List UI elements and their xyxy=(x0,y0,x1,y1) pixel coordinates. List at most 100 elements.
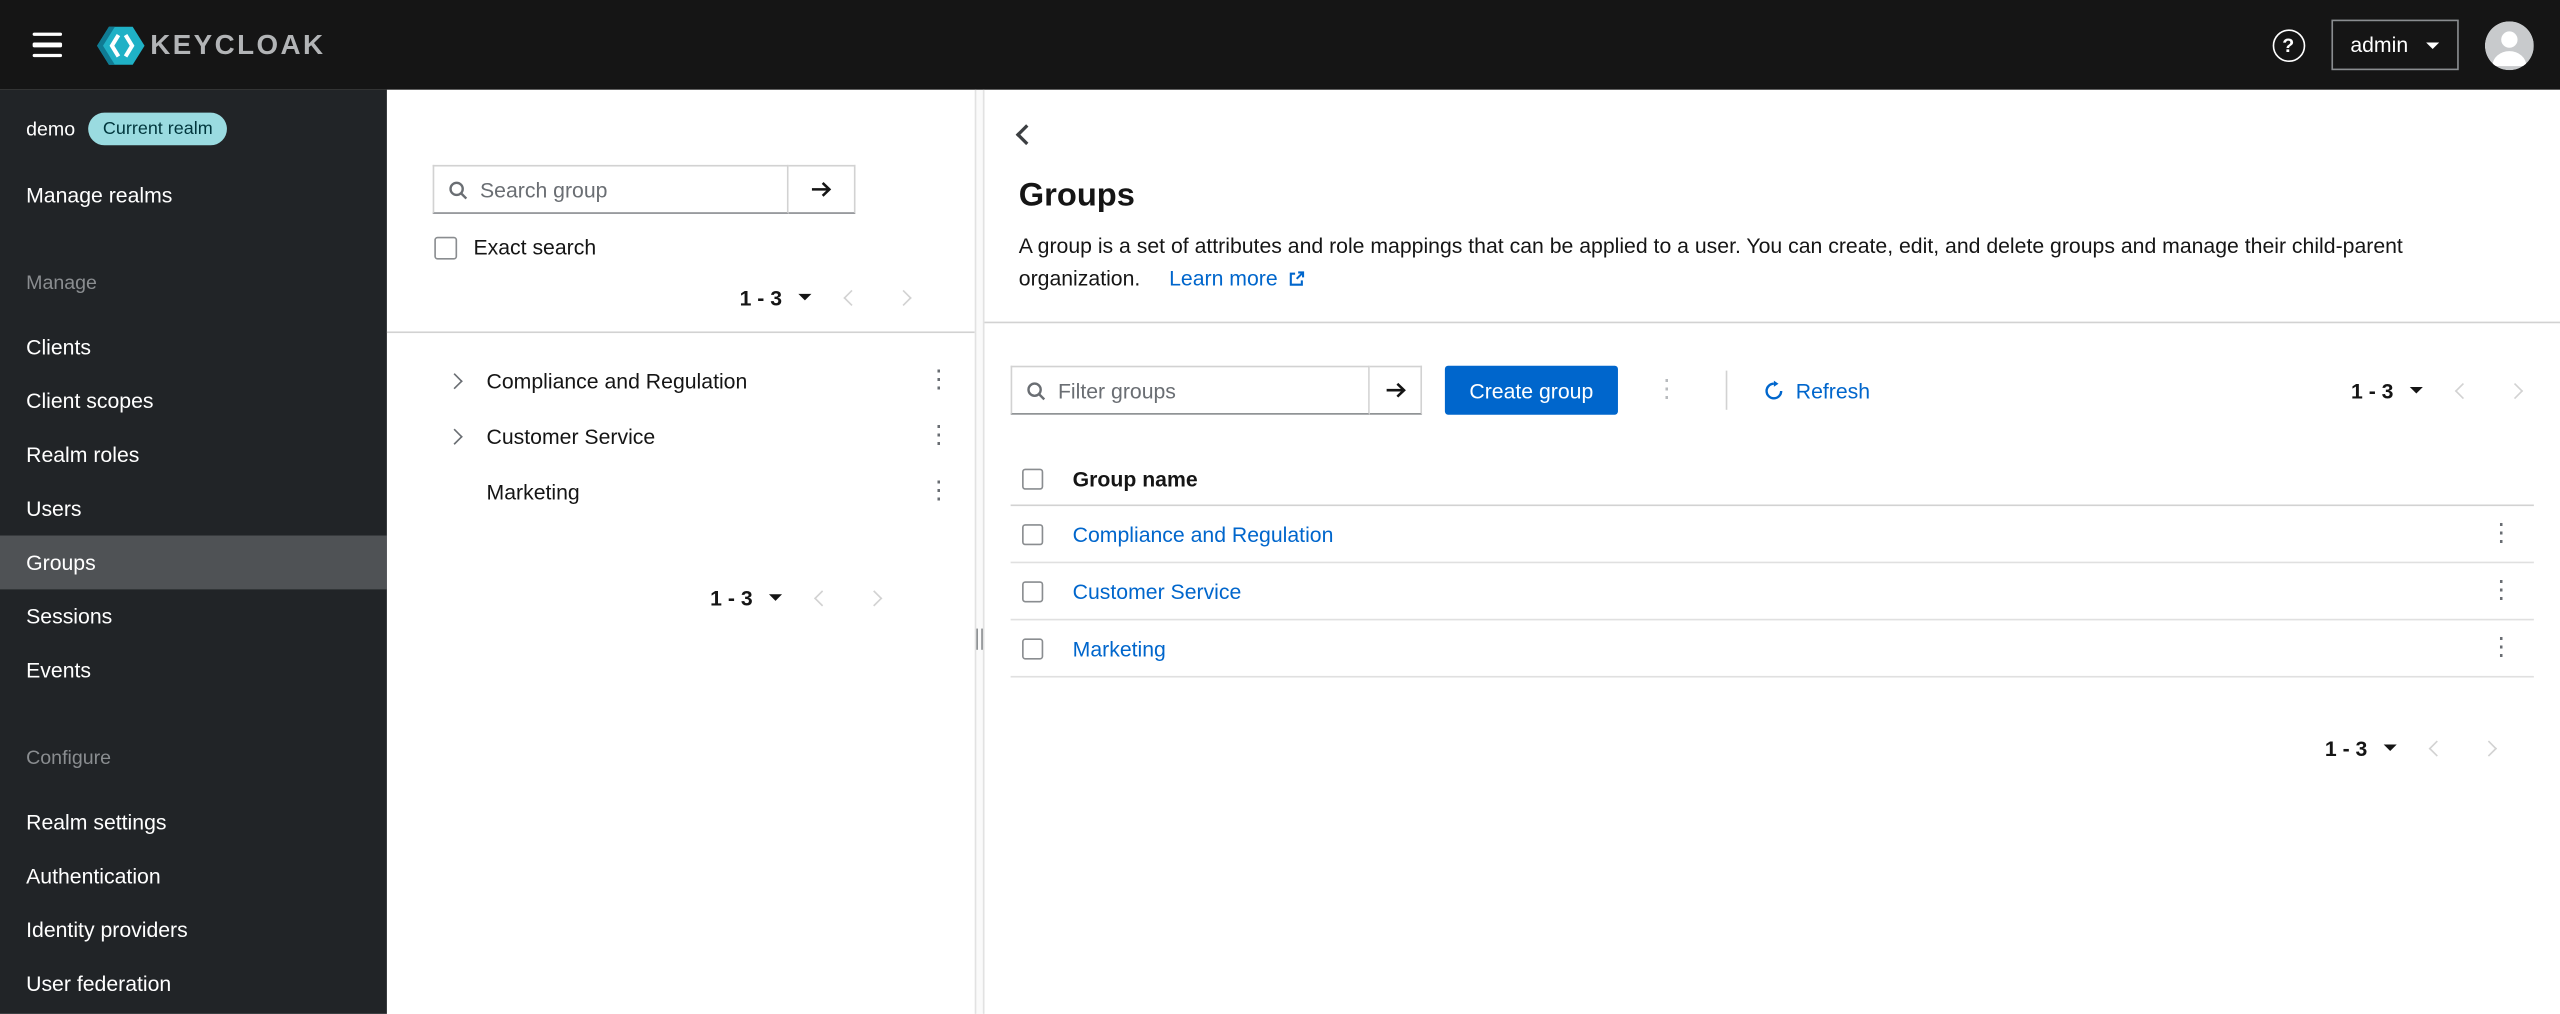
sidebar-item-realm-roles[interactable]: Realm roles xyxy=(0,428,387,482)
table-pagination-menu-toggle[interactable]: 1 - 3 xyxy=(2338,368,2436,412)
table-row: Marketing ⋮ xyxy=(1010,620,2534,678)
row-checkbox[interactable] xyxy=(1022,523,1044,545)
nav-section-title-configure: Configure xyxy=(26,746,112,769)
nav-toggle-button[interactable] xyxy=(26,27,68,63)
chevron-down-icon xyxy=(798,293,812,301)
exact-search-row: Exact search xyxy=(434,235,974,260)
tree-pagination-bottom: 1 - 3 xyxy=(387,573,975,622)
drawer-resize-splitter[interactable] xyxy=(974,89,985,1014)
chevron-down-icon xyxy=(768,594,783,601)
keycloak-logo-icon xyxy=(97,25,145,64)
group-link[interactable]: Marketing xyxy=(1073,636,1166,660)
create-group-button[interactable]: Create group xyxy=(1444,365,1618,415)
sidebar-item-sessions[interactable]: Sessions xyxy=(0,589,387,643)
sidebar-item-users[interactable]: Users xyxy=(0,482,387,536)
page-title: Groups xyxy=(1018,177,1135,214)
sidebar-item-manage-realms[interactable]: Manage realms xyxy=(0,168,387,222)
arrow-right-icon xyxy=(1385,382,1406,398)
keycloak-logo[interactable]: KEYCLOAK xyxy=(95,20,326,69)
chevron-right-icon xyxy=(2480,739,2497,756)
masthead-toolbar: ? admin xyxy=(2271,19,2534,71)
groups-toolbar: Create group ⋮ Refresh 1 - 3 xyxy=(984,323,2560,415)
pagination-range: 1 - 3 xyxy=(710,585,753,610)
search-group-input[interactable] xyxy=(479,177,774,202)
search-group-submit-button[interactable] xyxy=(788,164,856,214)
tree-item-customer-service[interactable]: Customer Service ⋮ xyxy=(387,408,975,464)
sidebar-item-events[interactable]: Events xyxy=(0,643,387,697)
collapse-tree-button[interactable] xyxy=(1004,113,1046,155)
group-tree-label[interactable]: Compliance and Regulation xyxy=(487,368,920,392)
user-menu-dropdown[interactable]: admin xyxy=(2330,19,2459,71)
group-link[interactable]: Compliance and Regulation xyxy=(1073,522,1334,546)
chevron-right-icon xyxy=(865,589,882,606)
kebab-menu-icon[interactable]: ⋮ xyxy=(919,472,958,511)
previous-page-button xyxy=(824,273,876,322)
filter-groups-input[interactable] xyxy=(1057,377,1356,403)
table-pagination-menu-toggle-bottom[interactable]: 1 - 3 xyxy=(2312,726,2410,770)
group-tree-label[interactable]: Marketing xyxy=(487,479,920,503)
previous-page-button xyxy=(795,573,847,622)
sidebar-item-clients[interactable]: Clients xyxy=(0,320,387,374)
previous-page-button xyxy=(2410,723,2462,772)
tree-divider xyxy=(386,331,975,334)
hamburger-icon xyxy=(32,32,63,37)
sidebar-item-user-federation[interactable]: User federation xyxy=(0,957,387,1011)
refresh-button[interactable]: Refresh xyxy=(1763,378,1870,402)
row-kebab-menu-icon[interactable]: ⋮ xyxy=(2482,514,2521,553)
avatar[interactable] xyxy=(2484,20,2534,70)
page-description: A group is a set of attributes and role … xyxy=(1019,230,2521,295)
chevron-right-icon xyxy=(2506,382,2523,399)
group-tree-label[interactable]: Customer Service xyxy=(487,424,920,448)
row-checkbox[interactable] xyxy=(1022,637,1044,659)
chevron-right-icon xyxy=(894,289,911,306)
tree-item-marketing[interactable]: Marketing ⋮ xyxy=(387,464,975,520)
avatar-icon xyxy=(2484,20,2534,70)
nav-section-title-manage: Manage xyxy=(26,271,97,294)
pagination-range: 1 - 3 xyxy=(739,284,783,310)
search-icon xyxy=(447,179,468,200)
chevron-left-icon xyxy=(2427,739,2444,756)
expand-chevron-icon[interactable] xyxy=(436,418,472,454)
kebab-menu-icon[interactable]: ⋮ xyxy=(919,361,958,400)
group-link[interactable]: Customer Service xyxy=(1073,579,1242,603)
expand-chevron-icon[interactable] xyxy=(436,362,472,398)
chevron-left-icon xyxy=(2453,382,2471,399)
help-icon[interactable]: ? xyxy=(2271,28,2305,62)
search-icon xyxy=(1025,380,1046,401)
chevron-left-icon xyxy=(1014,123,1036,145)
learn-more-link[interactable]: Learn more xyxy=(1169,263,1305,296)
groups-main-content: Groups A group is a set of attributes an… xyxy=(984,89,2560,1014)
row-kebab-menu-icon[interactable]: ⋮ xyxy=(2482,629,2521,668)
toolbar-kebab-menu-icon: ⋮ xyxy=(1647,371,1686,410)
exact-search-checkbox[interactable] xyxy=(434,235,458,259)
sidebar-item-authentication[interactable]: Authentication xyxy=(0,849,387,903)
masthead: KEYCLOAK ? admin xyxy=(0,0,2560,90)
tree-item-compliance-and-regulation[interactable]: Compliance and Regulation ⋮ xyxy=(387,353,975,409)
drag-handle-icon xyxy=(976,628,983,650)
row-kebab-menu-icon[interactable]: ⋮ xyxy=(2482,571,2521,610)
filter-groups-submit-button[interactable] xyxy=(1369,365,1423,415)
brand-text: KEYCLOAK xyxy=(150,28,326,60)
username: admin xyxy=(2350,32,2409,58)
table-header-row: Group name xyxy=(1010,454,2534,507)
table-row: Compliance and Regulation ⋮ xyxy=(1010,506,2534,564)
sidebar-item-realm-settings[interactable]: Realm settings xyxy=(0,795,387,849)
column-header-group-name: Group name xyxy=(1072,466,1198,492)
realm-selector[interactable]: demo Current realm xyxy=(0,103,387,155)
table-row: Customer Service ⋮ xyxy=(1010,563,2534,621)
tree-pagination-menu-toggle[interactable]: 1 - 3 xyxy=(727,275,825,319)
filter-groups-input-group xyxy=(1010,365,1370,415)
chevron-left-icon xyxy=(842,289,859,306)
sidebar-item-client-scopes[interactable]: Client scopes xyxy=(0,374,387,428)
tree-pagination-menu-toggle-bottom[interactable]: 1 - 3 xyxy=(697,576,795,620)
keycloak-admin-console: KEYCLOAK ? admin demo Current realm Mana… xyxy=(0,0,2560,1014)
kebab-menu-icon[interactable]: ⋮ xyxy=(919,416,958,455)
sidebar-item-identity-providers[interactable]: Identity providers xyxy=(0,903,387,957)
select-all-checkbox[interactable] xyxy=(1022,468,1044,490)
nav-section-configure: Configure Realm settings Authentication … xyxy=(0,746,387,1010)
exact-search-label: Exact search xyxy=(473,235,597,260)
groups-table: Group name Compliance and Regulation ⋮ C… xyxy=(1010,454,2534,678)
groups-tree-panel: Exact search 1 - 3 Compliance and Regula… xyxy=(386,89,975,1014)
sidebar-item-groups[interactable]: Groups xyxy=(0,535,387,590)
row-checkbox[interactable] xyxy=(1022,580,1044,602)
